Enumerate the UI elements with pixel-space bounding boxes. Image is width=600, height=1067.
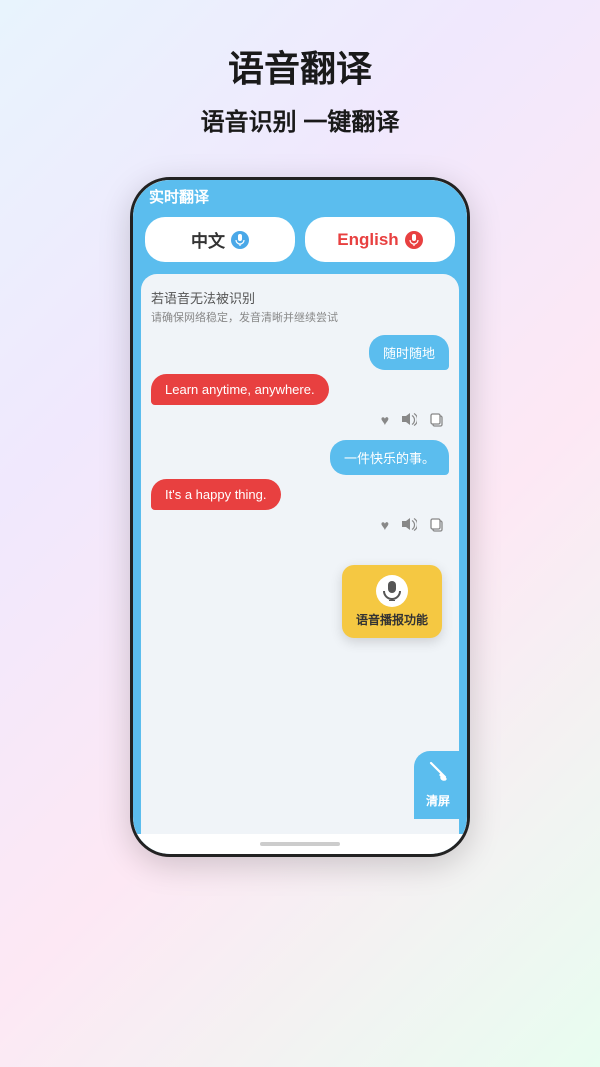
phone-wrapper: 实时翻译 中文 English [130,177,470,857]
copy-icon-2[interactable] [429,517,445,536]
app-title-bar: 实时翻译 [133,180,467,217]
bubble-right-1-text: 随时随地 [383,346,435,361]
mic-icon-blue [231,231,249,249]
sub-title: 语音识别 一键翻译 [201,102,400,137]
bubble-right-2-text: 一件快乐的事。 [344,451,435,466]
system-message: 若语音无法被识别 请确保网络稳定，发音清晰并继续尝试 [151,288,449,325]
tooltip-overlay: 语音播报功能 [342,565,442,638]
bubble-left-2-text: It's a happy thing. [165,487,267,502]
action-icons-row-2: ♥ [151,514,449,539]
broom-icon [427,761,449,788]
app-title-text: 实时翻译 [149,189,209,206]
phone-home-bar [133,834,467,854]
msg-right-2: 一件快乐的事。 [151,440,449,475]
heart-icon-2[interactable]: ♥ [381,517,389,536]
header-section: 语音翻译 语音识别 一键翻译 [181,0,420,167]
system-sub: 请确保网络稳定，发音清晰并继续尝试 [151,309,449,325]
bubble-left-1-text: Learn anytime, anywhere. [165,382,315,397]
system-title: 若语音无法被识别 [151,288,449,307]
msg-left-1: Learn anytime, anywhere. [151,374,449,405]
bubble-left-2: It's a happy thing. [151,479,281,510]
home-bar-line [260,842,340,846]
lang-english-label: English [337,230,398,250]
clear-text: 清屏 [426,792,450,809]
action-icons-row-1: ♥ [151,409,449,434]
speaker-icon-1[interactable] [401,412,417,431]
tooltip-mic-icon [376,575,408,607]
heart-icon-1[interactable]: ♥ [381,412,389,431]
lang-button-chinese[interactable]: 中文 [145,217,295,262]
bubble-left-1: Learn anytime, anywhere. [151,374,329,405]
lang-chinese-label: 中文 [191,227,225,252]
copy-icon-1[interactable] [429,412,445,431]
msg-right-1: 随时随地 [151,335,449,370]
clear-button[interactable]: 清屏 [414,751,462,819]
msg-left-2: It's a happy thing. [151,479,449,510]
lang-buttons-row: 中文 English [133,217,467,274]
tooltip-text: 语音播报功能 [356,611,428,628]
lang-button-english[interactable]: English [305,217,455,262]
bubble-right-1: 随时随地 [369,335,449,370]
speaker-icon-2[interactable] [401,517,417,536]
mic-icon-red [405,231,423,249]
chat-area: 若语音无法被识别 请确保网络稳定，发音清晰并继续尝试 随时随地 Learn an… [141,274,459,834]
phone-screen: 实时翻译 中文 English [133,180,467,854]
bubble-right-2: 一件快乐的事。 [330,440,449,475]
main-title: 语音翻译 [201,40,400,92]
